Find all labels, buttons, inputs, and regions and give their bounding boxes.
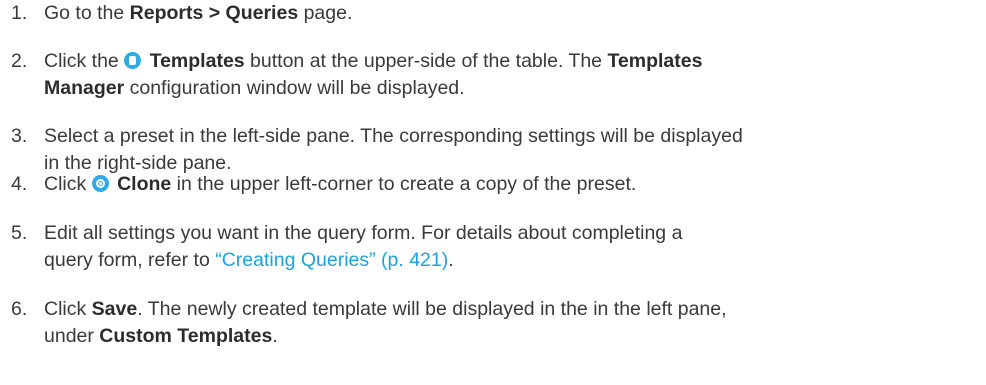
step-6: 6. Click Save. The newly created template… bbox=[11, 296, 977, 350]
step-text: under bbox=[44, 325, 100, 347]
step-text: Edit all settings you want in the query … bbox=[44, 222, 683, 244]
manager-label: Manager bbox=[44, 77, 125, 99]
save-label: Save bbox=[91, 298, 138, 320]
step-2: 2. Click the Templates button at the uppe… bbox=[11, 48, 977, 102]
step-text: Go to the bbox=[44, 2, 130, 24]
step-text: Click the bbox=[44, 50, 125, 72]
templates-icon bbox=[124, 52, 142, 69]
custom-templates-label: Custom Templates bbox=[99, 325, 273, 347]
step-text: . bbox=[272, 325, 278, 347]
step-number: 3. bbox=[11, 125, 28, 147]
step-1: 1. Go to the Reports > Queries page. bbox=[11, 0, 977, 27]
templates-label: Templates bbox=[607, 50, 703, 72]
step-5: 5. Edit all settings you want in the quer… bbox=[11, 220, 977, 274]
step-number: 5. bbox=[11, 222, 28, 244]
creating-queries-link[interactable]: “Creating Queries” (p. 421) bbox=[215, 249, 448, 271]
step-3: 3. Select a preset in the left-side pane.… bbox=[11, 123, 977, 177]
clone-icon bbox=[91, 175, 109, 192]
step-number: 4. bbox=[11, 173, 28, 195]
step-text: button at the upper-side of the table. T… bbox=[244, 50, 608, 72]
step-number: 1. bbox=[11, 2, 28, 24]
step-text: Click bbox=[44, 173, 92, 195]
step-number: 2. bbox=[11, 50, 28, 72]
step-text: Select a preset in the left-side pane. T… bbox=[44, 125, 743, 147]
templates-label: Templates bbox=[149, 50, 245, 72]
step-text: query form, refer to bbox=[44, 249, 216, 271]
step-text: page. bbox=[298, 2, 353, 24]
clone-label: Clone bbox=[117, 173, 172, 195]
step-number: 6. bbox=[11, 298, 28, 320]
procedure-steps: 1. Go to the Reports > Queries page. 2. Cl… bbox=[0, 0, 986, 385]
step-text: . The newly created template will be dis… bbox=[137, 298, 727, 320]
menu-path: Reports > Queries bbox=[129, 2, 299, 24]
step-text: configuration window will be displayed. bbox=[124, 77, 465, 99]
step-text: Click bbox=[44, 298, 92, 320]
step-text: in the upper left-corner to create a cop… bbox=[171, 173, 637, 195]
step-text: . bbox=[448, 249, 454, 271]
step-4: 4. Click Clone in the upper left-corner t… bbox=[11, 171, 977, 198]
